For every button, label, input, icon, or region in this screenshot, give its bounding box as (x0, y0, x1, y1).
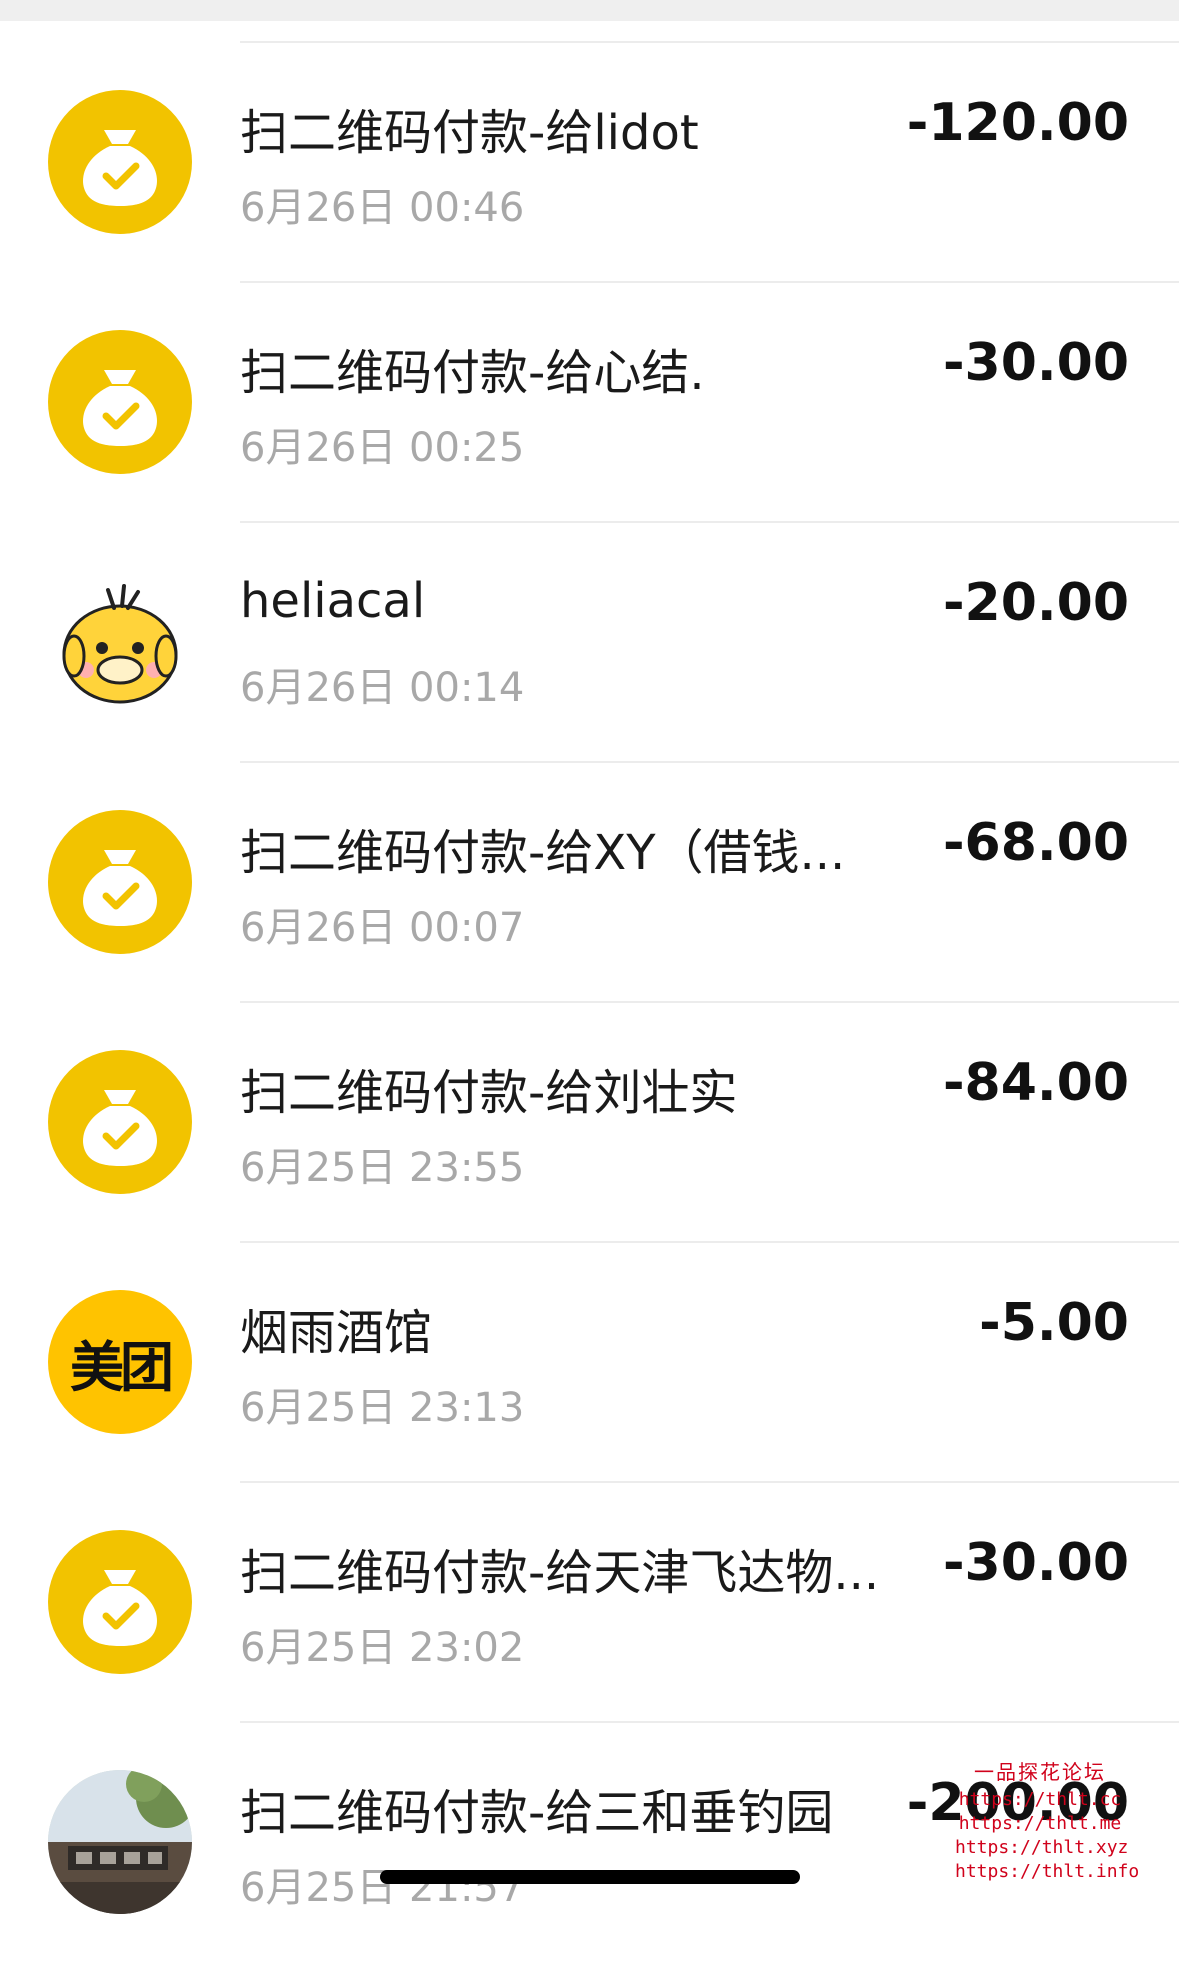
row-divider (240, 761, 1179, 763)
row-divider (240, 1241, 1179, 1243)
transaction-title: 扫二维码付款-给刘壮实 (240, 1065, 738, 1121)
transaction-amount: -120.00 (906, 93, 1129, 153)
money-bag-icon (48, 330, 192, 474)
transaction-title: 烟雨酒馆 (240, 1305, 433, 1361)
transaction-time: 6月26日 00:07 (240, 905, 525, 951)
transaction-amount: -5.00 (979, 1293, 1129, 1353)
money-bag-icon (48, 1530, 192, 1674)
watermark: 一品探花论坛 https://thlt.cc https://thlt.me h… (955, 1760, 1140, 1884)
transaction-title: 扫二维码付款-给天津飞达物... (240, 1545, 880, 1601)
watermark-title: 一品探花论坛 (974, 1760, 1106, 1784)
transaction-title: 扫二维码付款-给lidot (240, 105, 699, 161)
transaction-time: 6月25日 23:02 (240, 1625, 525, 1671)
meituan-logo-text: 美团 (70, 1335, 174, 1399)
meituan-logo: 美团 (48, 1290, 192, 1434)
transaction-amount: -84.00 (942, 1053, 1129, 1113)
row-divider (240, 41, 1179, 43)
home-indicator[interactable] (380, 1870, 800, 1884)
transaction-time: 6月26日 00:14 (240, 665, 525, 711)
transaction-list: 扫二维码付款-给lidot 6月26日 00:46 -120.00 扫二维码付款… (0, 41, 1179, 1961)
transaction-row[interactable]: 扫二维码付款-给lidot 6月26日 00:46 -120.00 (0, 41, 1179, 281)
transaction-row[interactable]: 美团 烟雨酒馆 6月25日 23:13 -5.00 (0, 1241, 1179, 1481)
duck-avatar (48, 570, 192, 714)
money-bag-icon (48, 90, 192, 234)
transaction-amount: -68.00 (942, 813, 1129, 873)
watermark-line: https://thlt.cc (958, 1789, 1122, 1810)
row-divider (240, 1001, 1179, 1003)
money-bag-icon (48, 810, 192, 954)
transaction-row[interactable]: heliacal 6月26日 00:14 -20.00 (0, 521, 1179, 761)
transaction-time: 6月26日 00:25 (240, 425, 525, 471)
row-divider (240, 281, 1179, 283)
row-divider (240, 1481, 1179, 1483)
transaction-row[interactable]: 扫二维码付款-给刘壮实 6月25日 23:55 -84.00 (0, 1001, 1179, 1241)
transaction-amount: -20.00 (942, 573, 1129, 633)
transaction-title: 扫二维码付款-给心结. (240, 345, 705, 401)
watermark-line: https://thlt.me (958, 1813, 1122, 1834)
store-photo-avatar (48, 1770, 192, 1914)
row-divider (240, 1721, 1179, 1723)
transaction-row[interactable]: 扫二维码付款-给天津飞达物... 6月25日 23:02 -30.00 (0, 1481, 1179, 1721)
transaction-title: 扫二维码付款-给XY（借钱... (240, 825, 846, 881)
transaction-time: 6月25日 21:57 (240, 1865, 525, 1911)
row-divider (240, 521, 1179, 523)
money-bag-icon (48, 1050, 192, 1194)
transaction-time: 6月25日 23:13 (240, 1385, 525, 1431)
top-status-strip (0, 0, 1179, 21)
transaction-title: 扫二维码付款-给三和垂钓园 (240, 1785, 834, 1841)
transaction-amount: -30.00 (942, 333, 1129, 393)
transaction-row[interactable]: 扫二维码付款-给XY（借钱... 6月26日 00:07 -68.00 (0, 761, 1179, 1001)
watermark-line: https://thlt.xyz (955, 1837, 1129, 1858)
transaction-amount: -30.00 (942, 1533, 1129, 1593)
transaction-time: 6月25日 23:55 (240, 1145, 525, 1191)
transaction-time: 6月26日 00:46 (240, 185, 525, 231)
transaction-title: heliacal (240, 573, 426, 629)
watermark-line: https://thlt.info (955, 1861, 1140, 1882)
transaction-row[interactable]: 扫二维码付款-给心结. 6月26日 00:25 -30.00 (0, 281, 1179, 521)
